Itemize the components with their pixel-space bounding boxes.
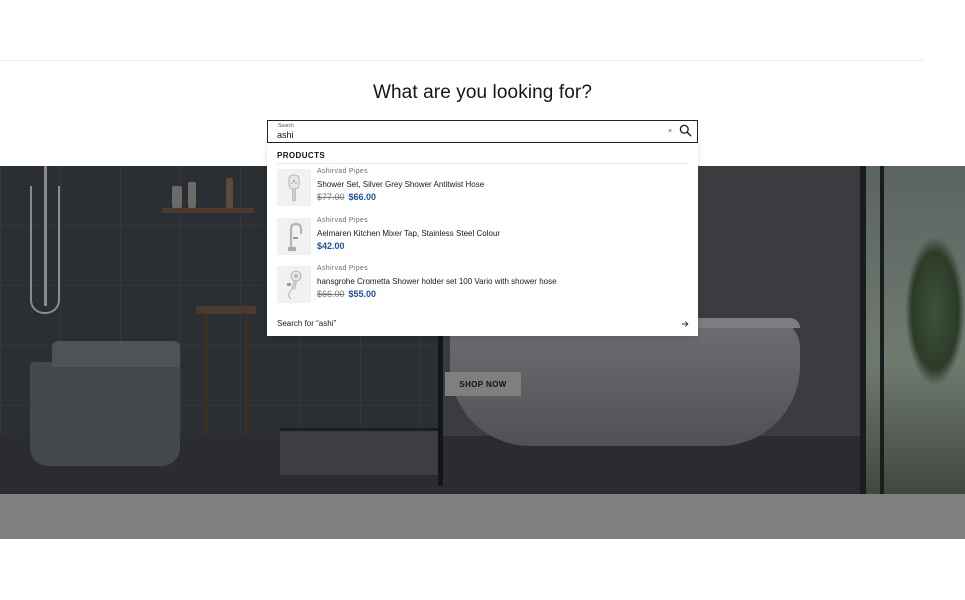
hero-plant [905,236,965,386]
product-thumbnail [277,169,311,206]
product-thumbnail [277,266,311,303]
product-price: $77.00 $66.00 [317,192,376,202]
shower-holder-icon [287,270,302,299]
hero-toilet-lid [52,341,180,367]
products-heading: PRODUCTS [277,151,326,160]
sale-price: $42.00 [317,241,345,251]
mixer-tap-icon [288,222,303,251]
compare-price: $77.00 [317,192,345,202]
product-suggestion-item[interactable]: Ashirvad Pipes Shower Set, Silver Grey S… [277,167,688,209]
sale-price: $66.00 [348,192,377,202]
product-suggestion-item[interactable]: Ashirvad Pipes hansgrohe Crometta Shower… [277,264,688,306]
hero-shower-hose [30,186,60,314]
hero-shower-tray [280,428,440,475]
product-thumbnail [277,218,311,255]
shop-now-button[interactable]: SHOP NOW [445,372,521,396]
product-vendor: Ashirvad Pipes [317,265,368,272]
section-band [0,494,965,539]
clear-search-button[interactable]: × [666,128,674,136]
search-icon[interactable] [679,124,692,137]
products-divider [277,163,688,164]
hero-stool-leg [244,314,248,434]
header-divider [0,60,924,61]
product-price: $66.00 $55.00 [317,289,376,299]
product-title: Shower Set, Silver Grey Shower Antitwist… [317,180,485,189]
product-vendor: Ashirvad Pipes [317,217,368,224]
sale-price: $55.00 [348,289,377,299]
search-box[interactable]: Search × [267,120,698,143]
product-suggestion-item[interactable]: Ashirvad Pipes Aelmaren Kitchen Mixer Ta… [277,216,688,258]
search-input[interactable] [277,128,657,141]
product-vendor: Ashirvad Pipes [317,168,368,175]
hero-bottle [226,178,233,208]
hero-stool [196,306,256,314]
header-area [0,0,965,60]
predictive-search-dropdown: PRODUCTS Ashirvad Pipes Shower Set, Silv… [267,143,698,336]
hero-window-frame [880,166,884,494]
hero-stool-leg [204,314,208,434]
compare-price: $66.00 [317,289,345,299]
hero-bottle [188,182,196,208]
product-title: Aelmaren Kitchen Mixer Tap, Stainless St… [317,229,501,238]
hero-bottle [172,186,182,208]
hero-shelf [162,208,254,213]
product-price: $42.00 [317,241,345,251]
search-for-query-link[interactable]: Search for “ashi” [277,319,336,328]
search-heading: What are you looking for? [372,82,592,103]
hero-toilet [30,362,180,466]
arrow-right-icon[interactable] [681,320,689,328]
shower-head-icon [288,174,300,201]
product-title: hansgrohe Crometta Shower holder set 100… [317,277,557,286]
